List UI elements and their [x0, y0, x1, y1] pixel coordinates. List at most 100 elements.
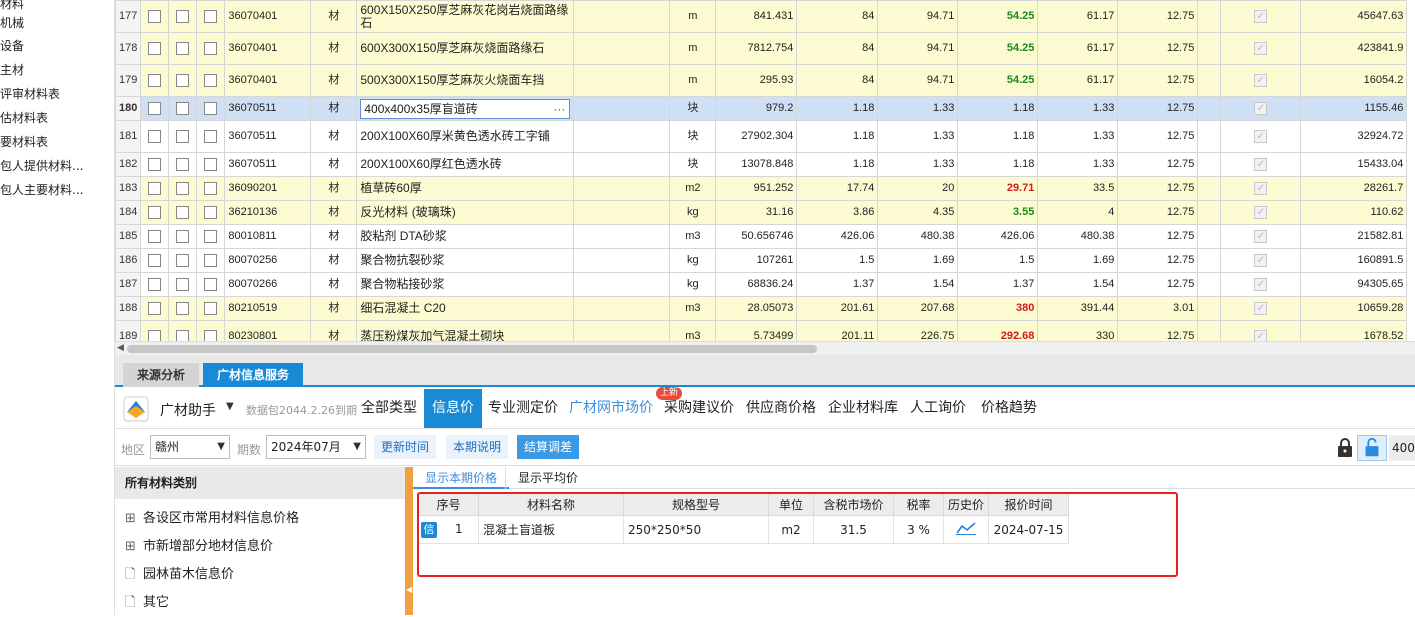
- table-row[interactable]: 177 36070401 材 600X150X250厚芝麻灰花岗岩烧面路缘石 m 841.…: [115, 0, 1408, 33]
- material-type[interactable]: 材: [310, 224, 358, 249]
- tax-rate-cell[interactable]: 12.75: [1117, 120, 1199, 153]
- material-type[interactable]: 材: [310, 120, 358, 153]
- sidebar-item[interactable]: 包人主要材料...: [0, 179, 83, 201]
- row-checkbox[interactable]: [168, 32, 198, 65]
- column-header[interactable]: 材料名称: [478, 493, 624, 516]
- material-code[interactable]: 36070511: [224, 120, 312, 153]
- price-cell[interactable]: 94.71: [877, 32, 959, 65]
- tab-all-types[interactable]: 全部类型: [361, 389, 417, 428]
- checkbox[interactable]: [148, 205, 162, 219]
- row-checkbox[interactable]: [140, 120, 170, 153]
- price-cell[interactable]: 20: [877, 176, 959, 201]
- checkbox[interactable]: [148, 253, 162, 267]
- quantity-cell[interactable]: 951.252: [715, 176, 798, 201]
- lock-icon[interactable]: [1335, 436, 1355, 460]
- quantity-cell[interactable]: 5.73499: [715, 320, 798, 341]
- lock-checkbox[interactable]: ✓: [1220, 320, 1302, 341]
- material-code[interactable]: 36210136: [224, 200, 312, 225]
- row-number[interactable]: 179: [115, 64, 142, 97]
- quantity-cell[interactable]: 7812.754: [715, 32, 798, 65]
- table-row[interactable]: 189 80230801 材蒸压粉煤灰加气混凝土砌块 m3 5.73499 201.11 2…: [115, 320, 1408, 341]
- row-checkbox[interactable]: [140, 320, 170, 341]
- checkbox[interactable]: [204, 329, 218, 341]
- market-price-cell[interactable]: 1.5: [957, 248, 1039, 273]
- sidebar-item[interactable]: 主材: [0, 59, 24, 81]
- checkbox[interactable]: [176, 41, 190, 55]
- price-cell[interactable]: 226.75: [877, 320, 959, 341]
- material-name[interactable]: 400x400x35厚盲道砖 ···: [356, 96, 575, 121]
- row-checkbox[interactable]: [196, 200, 226, 225]
- price-cell[interactable]: 84: [796, 0, 879, 33]
- row-checkbox[interactable]: [168, 96, 198, 121]
- row-checkbox[interactable]: [196, 152, 226, 177]
- tab-info-price[interactable]: 信息价: [424, 389, 482, 428]
- table-row[interactable]: 188 80210519 材细石混凝土 C20 m3 28.05073 201.61 207…: [115, 296, 1408, 321]
- row-checkbox[interactable]: [140, 224, 170, 249]
- price-cell[interactable]: 1.54: [1037, 272, 1119, 297]
- row-number[interactable]: 177: [115, 0, 142, 33]
- table-row[interactable]: 186 80070256 材聚合物抗裂砂浆 kg 107261 1.5 1.69 1.5 1.6…: [115, 248, 1408, 273]
- unit-cell[interactable]: 块: [669, 152, 717, 177]
- quantity-cell[interactable]: 31.16: [715, 200, 798, 225]
- checkbox[interactable]: [204, 301, 218, 315]
- sidebar-item[interactable]: 评审材料表: [0, 83, 60, 105]
- row-checkbox[interactable]: [196, 296, 226, 321]
- price-cell[interactable]: 207.68: [877, 296, 959, 321]
- column-header[interactable]: 单位: [768, 493, 814, 516]
- tax-rate-cell[interactable]: 3.01: [1117, 296, 1199, 321]
- tax-rate-cell[interactable]: 12.75: [1117, 176, 1199, 201]
- material-code[interactable]: 80210519: [224, 296, 312, 321]
- material-name[interactable]: 反光材料 (玻璃珠): [356, 200, 575, 225]
- price-cell[interactable]: 1.37: [796, 272, 879, 297]
- row-number[interactable]: 189: [115, 320, 142, 341]
- unit-cell[interactable]: kg: [669, 272, 717, 297]
- row-checkbox[interactable]: [168, 296, 198, 321]
- checkbox[interactable]: [148, 101, 162, 115]
- unit-cell[interactable]: m2: [669, 176, 717, 201]
- lock-checkbox[interactable]: ✓: [1220, 200, 1302, 225]
- lock-checkbox[interactable]: ✓: [1220, 176, 1302, 201]
- column-header[interactable]: 报价时间: [988, 493, 1069, 516]
- material-name[interactable]: 细石混凝土 C20: [356, 296, 575, 321]
- row-checkbox[interactable]: [168, 224, 198, 249]
- table-row[interactable]: 183 36090201 材植草砖60厚 m2 951.252 17.74 20 29.71 3…: [115, 176, 1408, 201]
- material-type[interactable]: 材: [310, 296, 358, 321]
- column-header[interactable]: 历史价: [943, 493, 989, 516]
- row-checkbox[interactable]: [168, 120, 198, 153]
- price-cell[interactable]: 4.35: [877, 200, 959, 225]
- tax-rate-cell[interactable]: 12.75: [1117, 200, 1199, 225]
- price-cell[interactable]: 1.33: [877, 120, 959, 153]
- unit-cell[interactable]: m: [669, 0, 717, 33]
- unit-cell[interactable]: m: [669, 64, 717, 97]
- checkbox[interactable]: [204, 41, 218, 55]
- market-price-cell[interactable]: 3.55: [957, 200, 1039, 225]
- sidebar-item[interactable]: 要材料表: [0, 131, 48, 153]
- empty-cell[interactable]: [1197, 224, 1222, 249]
- empty-cell[interactable]: [573, 272, 671, 297]
- price-cell[interactable]: 1.54: [877, 272, 959, 297]
- document-icon[interactable]: 🗋: [125, 561, 143, 589]
- unit-cell[interactable]: 块: [669, 96, 717, 121]
- table-row[interactable]: 180 36070511 材 400x400x35厚盲道砖 ··· 块 979.2 1.18 1…: [115, 96, 1408, 121]
- result-row[interactable]: 信 1 混凝土盲道板 250*250*50 m2 31.5 3 % 2024-07-15: [418, 515, 1069, 544]
- price-cell[interactable]: 1.18: [796, 120, 879, 153]
- checkbox[interactable]: [204, 101, 218, 115]
- checkbox[interactable]: [176, 277, 190, 291]
- total-cell[interactable]: 28261.7: [1300, 176, 1408, 201]
- tax-rate-cell[interactable]: 12.75: [1117, 96, 1199, 121]
- lock-checkbox[interactable]: ✓: [1220, 272, 1302, 297]
- price-cell[interactable]: 94.71: [877, 0, 959, 33]
- checkbox[interactable]: [148, 301, 162, 315]
- material-name[interactable]: 600X300X150厚芝麻灰烧面路缘石: [356, 32, 575, 65]
- empty-cell[interactable]: [573, 224, 671, 249]
- checkbox[interactable]: [176, 101, 190, 115]
- price-cell[interactable]: 61.17: [1037, 0, 1119, 33]
- market-price-cell[interactable]: 1.18: [957, 120, 1039, 153]
- row-checkbox[interactable]: [140, 248, 170, 273]
- price-cell[interactable]: 61.17: [1037, 64, 1119, 97]
- row-number[interactable]: 187: [115, 272, 142, 297]
- tab-guangcai-info-service[interactable]: 广材信息服务: [203, 363, 304, 387]
- market-price-cell[interactable]: 1.18: [957, 96, 1039, 121]
- row-checkbox[interactable]: [168, 64, 198, 97]
- empty-cell[interactable]: [573, 152, 671, 177]
